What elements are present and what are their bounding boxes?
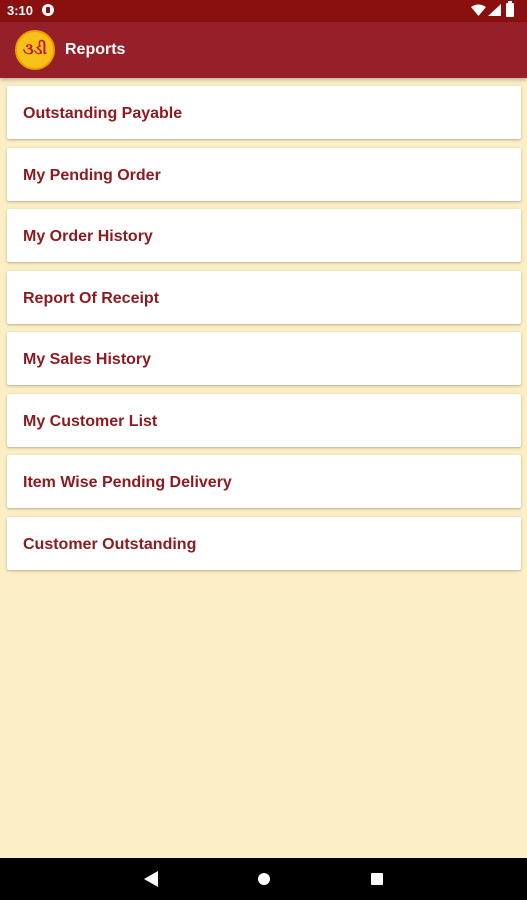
menu-item-my-order-history[interactable]: My Order History (7, 209, 521, 262)
status-icons (471, 1, 519, 19)
menu-item-label: My Sales History (23, 351, 152, 368)
recent-apps-icon[interactable] (371, 873, 383, 885)
battery-icon (506, 1, 514, 17)
menu-item-label: Outstanding Payable (23, 105, 183, 122)
menu-item-item-wise-pending-delivery[interactable]: Item Wise Pending Delivery (7, 455, 521, 508)
menu-item-label: Customer Outstanding (23, 535, 197, 553)
signal-icon (488, 4, 501, 16)
menu-item-label: My Pending Order (23, 166, 161, 184)
menu-item-customer-outstanding[interactable]: Customer Outstanding (7, 516, 521, 570)
app-logo: ૩ડી (15, 30, 55, 70)
navigation-bar (0, 858, 527, 900)
report-menu-list: Outstanding Payable My Pending Order My … (7, 86, 521, 578)
menu-item-label: My Customer List (23, 412, 158, 430)
menu-item-label: My Order History (23, 228, 153, 245)
app-notification-icon (42, 4, 54, 16)
wifi-icon (471, 4, 486, 16)
back-icon[interactable] (144, 871, 158, 887)
menu-item-outstanding-payable[interactable]: Outstanding Payable (7, 86, 521, 139)
status-bar: 3:10 (0, 0, 527, 22)
menu-item-my-customer-list[interactable]: My Customer List (7, 393, 521, 447)
page-title: Reports (65, 41, 126, 58)
menu-item-report-of-receipt[interactable]: Report Of Receipt (7, 270, 521, 324)
app-bar: ૩ડી Reports (0, 22, 527, 78)
home-icon[interactable] (258, 873, 270, 885)
status-time: 3:10 (7, 3, 34, 18)
menu-item-label: Item Wise Pending Delivery (23, 474, 232, 491)
menu-item-my-sales-history[interactable]: My Sales History (7, 332, 521, 385)
menu-item-my-pending-order[interactable]: My Pending Order (7, 147, 521, 201)
menu-item-label: Report Of Receipt (23, 289, 160, 307)
